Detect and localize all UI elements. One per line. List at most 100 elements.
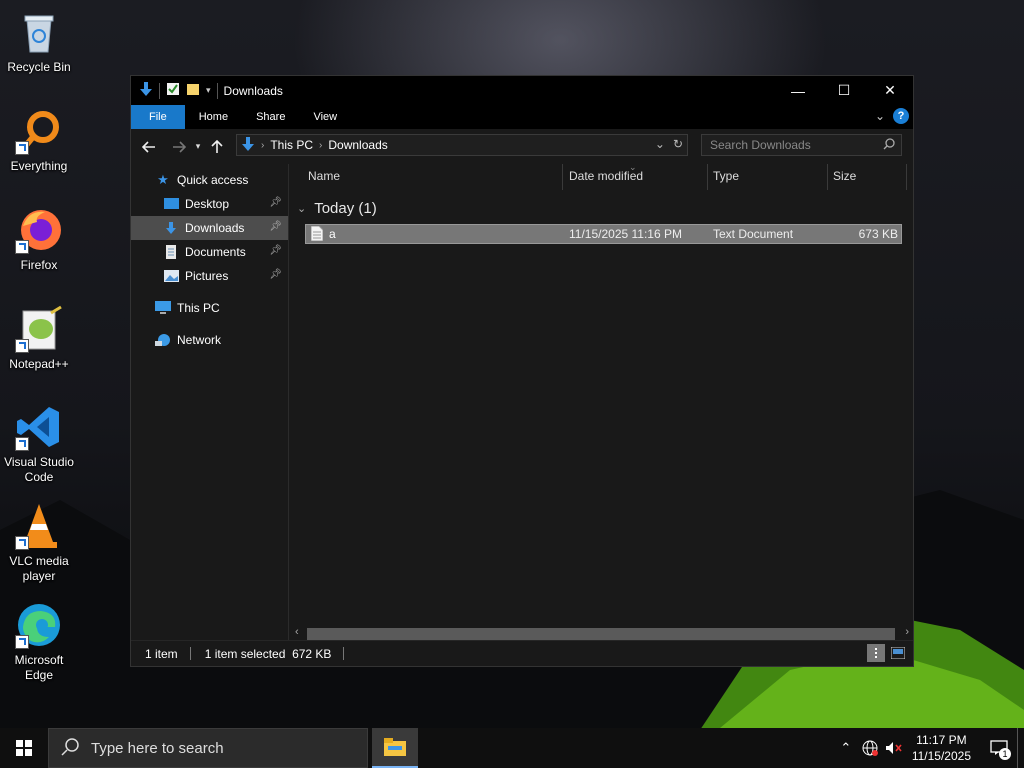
nav-item-desktop[interactable]: Desktop 📌︎ — [131, 192, 288, 216]
help-button[interactable]: ? — [893, 108, 909, 124]
download-arrow-icon — [139, 81, 153, 100]
desktop-icon-notepad-plus-plus[interactable]: Notepad++ — [0, 305, 78, 372]
refresh-icon[interactable]: ↻ — [673, 137, 683, 151]
title-bar[interactable]: ▾ Downloads — ☐ ✕ — [131, 76, 913, 105]
system-tray: ⌃ 11:17 PM 11/15/2025 1 — [834, 728, 1024, 768]
windows-logo-icon — [16, 740, 32, 756]
taskbar-search-input[interactable]: Type here to search — [91, 740, 224, 757]
nav-item-network[interactable]: Network — [131, 328, 288, 352]
search-icon — [61, 737, 79, 759]
breadcrumb-this-pc[interactable]: This PC — [270, 138, 313, 152]
breadcrumb-chevron-icon[interactable]: › — [261, 140, 264, 151]
desktop-icon-edge[interactable]: Microsoft Edge — [0, 601, 78, 683]
tab-home[interactable]: Home — [185, 105, 242, 129]
show-desktop-button[interactable] — [1017, 728, 1024, 768]
details-view-button[interactable] — [867, 644, 885, 662]
column-divider[interactable] — [906, 164, 907, 190]
desktop-icon-firefox[interactable]: Firefox — [0, 206, 78, 273]
tab-view[interactable]: View — [299, 105, 351, 129]
taskbar-file-explorer-button[interactable] — [372, 728, 418, 768]
search-input[interactable]: Search Downloads — [710, 138, 811, 152]
expand-ribbon-chevron-icon[interactable]: ⌄ — [875, 109, 885, 123]
show-hidden-icons-chevron-icon[interactable]: ⌃ — [834, 740, 858, 756]
window-title: Downloads — [223, 83, 283, 98]
clock[interactable]: 11:17 PM 11/15/2025 — [912, 732, 971, 764]
nav-item-label: Documents — [185, 245, 246, 259]
properties-icon[interactable] — [166, 82, 180, 99]
recycle-bin-icon — [15, 8, 63, 56]
file-row[interactable]: a 11/15/2025 11:16 PM Text Document 673 … — [305, 224, 902, 244]
close-button[interactable]: ✕ — [867, 76, 913, 105]
status-divider — [343, 647, 345, 660]
search-icon — [883, 138, 895, 153]
clock-date: 11/15/2025 — [911, 749, 971, 763]
nav-item-label: Quick access — [177, 173, 249, 187]
column-divider[interactable] — [562, 164, 563, 190]
desktop-icon-vlc[interactable]: VLC media player — [0, 502, 78, 584]
address-history-chevron-icon[interactable]: ⌄ — [655, 137, 665, 151]
column-header-name[interactable]: Name — [308, 169, 340, 183]
new-folder-icon[interactable] — [186, 82, 200, 99]
customize-toolbar-chevron-icon[interactable]: ▾ — [206, 85, 211, 96]
desktop-icon-vscode[interactable]: Visual Studio Code — [0, 403, 78, 485]
nav-item-label: Desktop — [185, 197, 230, 211]
star-icon: ★ — [157, 172, 169, 187]
column-divider[interactable] — [827, 164, 828, 190]
network-globe-icon[interactable] — [858, 740, 882, 756]
forward-button[interactable] — [167, 135, 191, 159]
download-arrow-icon — [163, 220, 179, 236]
file-size: 673 KB — [858, 227, 898, 241]
collapse-chevron-icon[interactable]: ⌄ — [297, 202, 306, 215]
file-explorer-icon — [384, 738, 406, 756]
address-bar[interactable]: › This PC › Downloads ⌄ ↻ — [236, 134, 688, 156]
item-count: 1 item — [145, 646, 178, 661]
back-button[interactable] — [137, 135, 161, 159]
column-header-type[interactable]: Type — [713, 169, 739, 183]
tab-share[interactable]: Share — [242, 105, 299, 129]
scroll-right-arrow-icon[interactable]: › — [905, 626, 909, 638]
desktop-icon-label: VLC media player — [9, 554, 69, 583]
volume-muted-icon[interactable] — [882, 741, 906, 755]
scroll-left-arrow-icon[interactable]: ‹ — [295, 626, 299, 638]
notepad-plus-plus-icon — [15, 305, 63, 353]
quick-access-toolbar: ▾ — [131, 76, 218, 105]
file-type: Text Document — [713, 227, 794, 241]
nav-item-documents[interactable]: Documents 📌︎ — [131, 240, 288, 264]
desktop-icon-recycle-bin[interactable]: Recycle Bin — [0, 8, 78, 75]
notification-count-badge: 1 — [999, 748, 1011, 760]
start-button[interactable] — [0, 728, 48, 768]
recent-locations-chevron-icon[interactable]: ▾ — [191, 135, 205, 159]
file-name: a — [329, 227, 336, 241]
ribbon-tabs: File Home Share View ⌄ ? — [131, 105, 913, 129]
large-icons-view-button[interactable] — [889, 644, 907, 662]
large-icons-view-icon — [891, 647, 905, 659]
taskbar: Type here to search ⌃ 11:17 PM 11/15/202… — [0, 728, 1024, 768]
desktop-icon-everything[interactable]: Everything — [0, 107, 78, 174]
selection-info: 1 item selected 672 KB — [204, 646, 332, 661]
nav-item-downloads[interactable]: Downloads 📌︎ — [131, 216, 288, 240]
column-header-date-modified[interactable]: Date modified — [569, 169, 643, 183]
status-divider — [189, 647, 191, 660]
column-divider[interactable] — [707, 164, 708, 190]
column-header-size[interactable]: Size — [833, 169, 856, 183]
taskbar-search-box[interactable]: Type here to search — [48, 728, 368, 768]
nav-item-pictures[interactable]: Pictures 📌︎ — [131, 264, 288, 288]
breadcrumb-downloads[interactable]: Downloads — [328, 138, 387, 152]
search-box[interactable]: Search Downloads — [701, 134, 902, 156]
tab-file[interactable]: File — [131, 105, 185, 129]
up-button[interactable] — [205, 135, 229, 159]
nav-item-this-pc[interactable]: This PC — [131, 296, 288, 320]
group-header-today[interactable]: ⌄ Today (1) — [297, 200, 377, 217]
everything-icon — [15, 107, 63, 155]
breadcrumb-chevron-icon[interactable]: › — [319, 140, 322, 151]
maximize-button[interactable]: ☐ — [821, 76, 867, 105]
nav-item-quick-access[interactable]: ★ Quick access — [131, 168, 288, 192]
scrollbar-thumb[interactable] — [307, 628, 895, 640]
navigation-bar: ▾ › This PC › Downloads ⌄ ↻ Search Downl… — [131, 129, 913, 164]
back-arrow-icon — [142, 140, 155, 153]
firefox-icon — [15, 206, 63, 254]
minimize-button[interactable]: — — [775, 76, 821, 105]
pin-icon: 📌︎ — [269, 197, 282, 208]
action-center-button[interactable]: 1 — [981, 728, 1017, 768]
desktop-icon-label: Recycle Bin — [7, 60, 71, 74]
